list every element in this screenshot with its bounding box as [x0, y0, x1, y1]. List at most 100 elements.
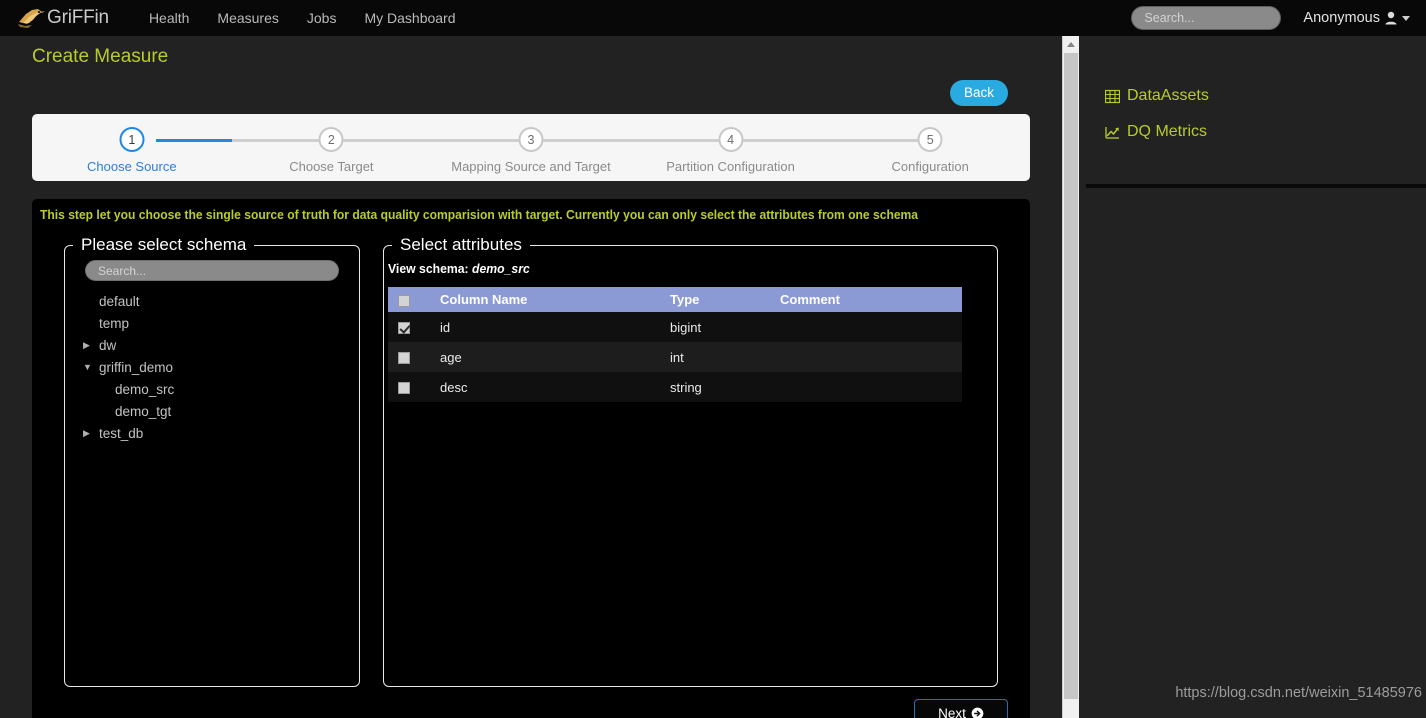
row-checkbox-cell — [388, 342, 440, 372]
step-1-label: Choose Source — [86, 159, 177, 174]
row-column-name: age — [440, 349, 462, 365]
step-connector-1-filled — [155, 139, 232, 142]
step-3-label: Mapping Source and Target — [451, 159, 611, 174]
row-type: int — [670, 349, 684, 365]
step-connector-1 — [231, 139, 332, 142]
tree-item-label: demo_src — [115, 381, 175, 397]
sidebar-item-label: DataAssets — [1127, 87, 1209, 104]
step-5-label: Configuration — [891, 159, 969, 174]
step-2-number: 2 — [318, 127, 344, 152]
schema-selection-panel: Please select schema ▶ default ▶ temp ▶ … — [64, 235, 360, 687]
brand-logo[interactable]: GriFFin — [16, 0, 109, 36]
attributes-table-body: id bigint age int desc string — [388, 312, 962, 402]
tree-item-test-db[interactable]: ▶ test_db — [83, 422, 359, 444]
tree-item-dw[interactable]: ▶ dw — [83, 334, 359, 356]
row-comment — [780, 312, 962, 342]
select-all-checkbox[interactable] — [398, 294, 410, 307]
step-2-choose-target[interactable]: 2 Choose Target — [232, 114, 432, 181]
row-checkbox[interactable] — [398, 322, 410, 335]
watermark-text: https://blog.csdn.net/weixin_51485976 — [1175, 685, 1422, 701]
tree-item-label: temp — [99, 315, 130, 331]
triangle-up-icon — [1067, 41, 1075, 47]
tree-item-demo-src[interactable]: demo_src — [83, 378, 359, 400]
global-search-input[interactable] — [1131, 6, 1282, 30]
table-row[interactable]: desc string — [388, 372, 962, 402]
step-5-configuration[interactable]: 5 Configuration — [830, 114, 1030, 181]
step-1-choose-source[interactable]: 1 Choose Source — [32, 114, 232, 181]
view-schema-value: demo_src — [472, 261, 530, 276]
brand-name: GriFFin — [47, 7, 109, 28]
sidebar-item-dq-metrics[interactable]: DQ Metrics — [1079, 119, 1426, 145]
vertical-scrollbar[interactable] — [1062, 36, 1079, 718]
row-comment — [780, 372, 962, 402]
tree-item-label: default — [99, 293, 140, 309]
wizard-stepper: 1 Choose Source 2 Choose Target 3 Mappin… — [32, 114, 1030, 181]
chevron-down-icon[interactable]: ▼ — [83, 362, 95, 372]
table-row[interactable]: age int — [388, 342, 962, 372]
tree-item-label: demo_tgt — [115, 403, 172, 419]
sidebar-divider — [1086, 184, 1426, 188]
attributes-panel-legend: Select attributes — [400, 235, 522, 254]
tree-item-label: griffin_demo — [99, 359, 174, 375]
line-chart-icon — [1105, 126, 1119, 139]
chevron-down-icon — [1402, 15, 1410, 21]
row-column-name: id — [440, 319, 451, 335]
top-navigation-bar: GriFFin Health Measures Jobs My Dashboar… — [0, 0, 1426, 36]
step-3-number: 3 — [518, 127, 544, 152]
right-sidebar: DataAssets DQ Metrics — [1079, 36, 1426, 718]
back-button[interactable]: Back — [949, 80, 1008, 106]
step-connector-2 — [331, 139, 531, 142]
step-2-label: Choose Target — [289, 159, 374, 174]
row-type: bigint — [670, 319, 702, 335]
chevron-right-icon[interactable]: ▶ — [83, 428, 95, 439]
next-button[interactable]: Next — [914, 699, 1008, 718]
step-connector-4 — [730, 139, 931, 142]
arrow-right-circle-icon — [971, 707, 984, 718]
row-comment — [780, 342, 962, 372]
tree-item-temp[interactable]: ▶ temp — [83, 312, 359, 334]
step-4-label: Partition Configuration — [666, 159, 795, 174]
schema-tree: ▶ default ▶ temp ▶ dw ▼ griffin_demo dem… — [65, 290, 359, 444]
row-checkbox-cell — [388, 312, 440, 342]
table-row[interactable]: id bigint — [388, 312, 962, 342]
header-comment: Comment — [780, 287, 962, 312]
step-3-mapping-source-and-target[interactable]: 3 Mapping Source and Target — [431, 114, 631, 181]
view-schema-caption: View schema: demo_src — [388, 261, 960, 276]
attributes-table-head: Column Name Type Comment — [388, 287, 962, 312]
tree-item-label: test_db — [99, 425, 144, 441]
wizard-content-card: This step let you choose the single sour… — [32, 199, 1030, 718]
main-content-panel: Create Measure Back 1 Choose Source 2 Ch… — [0, 36, 1062, 718]
sidebar-item-dataassets[interactable]: DataAssets — [1079, 83, 1426, 109]
attributes-selection-panel: Select attributes View schema: demo_src … — [383, 235, 998, 687]
row-type: string — [670, 379, 702, 395]
tree-item-demo-tgt[interactable]: demo_tgt — [83, 400, 359, 422]
nav-link-measures[interactable]: Measures — [203, 0, 292, 36]
user-menu[interactable]: Anonymous — [1303, 10, 1410, 26]
step-4-number: 4 — [718, 127, 744, 152]
step-1-number: 1 — [119, 127, 145, 152]
scrollbar-thumb[interactable] — [1064, 53, 1078, 699]
tree-item-griffin-demo[interactable]: ▼ griffin_demo — [83, 356, 359, 378]
page-title: Create Measure — [32, 46, 169, 67]
row-checkbox[interactable] — [398, 352, 410, 365]
table-grid-icon — [1105, 89, 1120, 103]
nav-link-jobs[interactable]: Jobs — [293, 0, 351, 36]
row-checkbox[interactable] — [398, 382, 410, 395]
header-select-all — [388, 287, 440, 312]
instruction-banner: This step let you choose the single sour… — [40, 207, 919, 222]
navbar-right-group: Anonymous — [1131, 0, 1416, 36]
schema-panel-legend: Please select schema — [81, 235, 247, 254]
schema-search-input[interactable] — [85, 260, 339, 281]
tree-item-default[interactable]: ▶ default — [83, 290, 359, 312]
header-column-name: Column Name — [440, 287, 670, 312]
row-checkbox-cell — [388, 372, 440, 402]
scroll-up-button[interactable] — [1063, 36, 1079, 52]
user-menu-label: Anonymous — [1303, 10, 1380, 26]
griffin-logo-icon — [18, 9, 45, 28]
chevron-right-icon[interactable]: ▶ — [83, 340, 95, 351]
next-button-label: Next — [938, 706, 966, 718]
sidebar-item-label: DQ Metrics — [1127, 123, 1207, 140]
nav-link-health[interactable]: Health — [135, 0, 203, 36]
nav-link-my-dashboard[interactable]: My Dashboard — [350, 0, 469, 36]
step-4-partition-configuration[interactable]: 4 Partition Configuration — [631, 114, 831, 181]
